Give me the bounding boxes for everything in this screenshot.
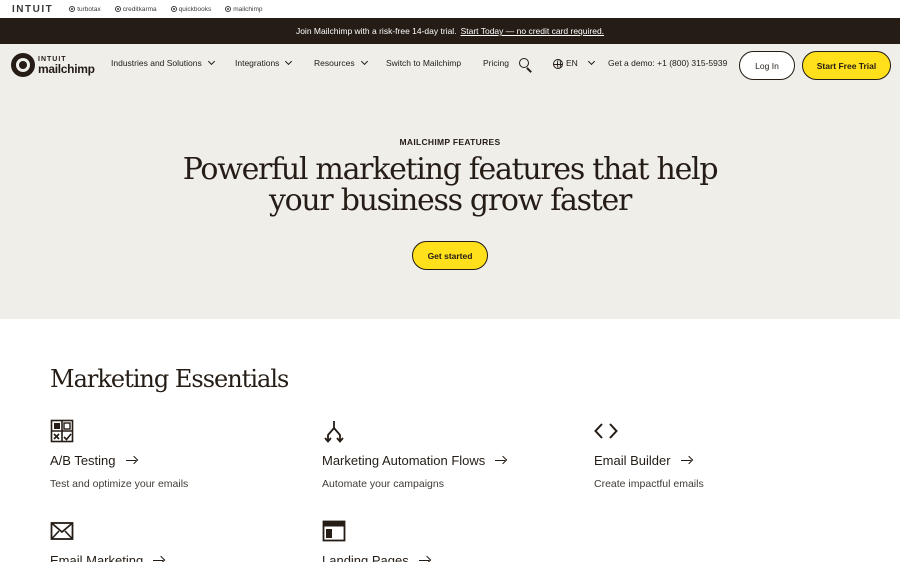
chevron-down-icon [360,57,368,66]
start-free-trial-button[interactable]: Start Free Trial [802,51,891,80]
arrow-right-icon [418,556,430,562]
globe-icon [553,59,563,69]
feature-title[interactable]: Email Marketing [50,553,164,562]
section-title-marketing-essentials: Marketing Essentials [50,365,289,393]
arrow-right-icon [495,456,506,466]
feature-description: Create impactful emails [594,478,704,490]
hero-headline: Powerful marketing features that help yo… [182,152,719,218]
feature-title[interactable]: Email Builder [594,453,692,468]
hero-eyebrow: MAILCHIMP FEATURES [399,137,501,147]
get-demo-phone-link[interactable]: Get a demo: +1 (800) 315-5939 [608,58,727,68]
brand-link-creditkarma[interactable]: creditkarma [114,6,157,13]
code-icon [594,423,618,439]
ab-test-icon [50,419,74,443]
promo-text: Join Mailchimp with a risk-free 14-day t… [295,26,457,36]
turbotax-logo-icon [69,6,76,12]
arrow-right-icon [680,456,692,466]
envelope-icon [50,522,74,540]
mailchimp-small-logo-icon [225,6,232,12]
arrow-right-icon [153,556,164,562]
feature-title[interactable]: Marketing Automation Flows [322,453,506,468]
feature-description: Automate your campaigns [322,478,444,490]
brand-link-turbotax[interactable]: turbotax [69,6,101,13]
chevron-down-icon [207,57,215,66]
feature-title[interactable]: Landing Pages [322,553,430,562]
automation-flow-icon [324,421,344,443]
arrow-right-icon [125,456,137,466]
nav-pricing[interactable]: Pricing [483,58,509,68]
hero-section: MAILCHIMP FEATURES Powerful marketing fe… [0,86,900,319]
search-icon[interactable] [519,58,533,73]
intuit-logo[interactable]: INTUIT [12,4,53,15]
nav-industries-and-solutions[interactable]: Industries and Solutions [111,57,215,68]
promo-start-today-link[interactable]: Start Today — no credit card required. [461,26,604,36]
logo-mailchimp-text: mailchimp [38,61,95,76]
feature-description: Test and optimize your emails [50,478,189,490]
chevron-down-icon [285,57,293,66]
feature-title[interactable]: A/B Testing [50,453,137,468]
quickbooks-logo-icon [170,6,177,12]
nav-switch-to-mailchimp[interactable]: Switch to Mailchimp [386,58,461,68]
log-in-button[interactable]: Log In [739,51,795,80]
intuit-brand-bar: INTUIT turbotax creditkarma quickbooks m… [0,0,900,18]
language-selector[interactable]: EN [566,57,595,68]
creditkarma-logo-icon [114,6,121,12]
landing-page-icon [322,520,346,542]
mailchimp-logo[interactable]: INTUIT mailchimp [11,53,95,77]
get-started-button[interactable]: Get started [412,241,488,270]
brand-link-quickbooks[interactable]: quickbooks [170,6,211,13]
main-navigation: INTUIT mailchimp Industries and Solution… [0,44,900,86]
chevron-down-icon [587,57,595,66]
promo-banner: Join Mailchimp with a risk-free 14-day t… [0,18,900,44]
nav-resources[interactable]: Resources [314,57,368,68]
nav-integrations[interactable]: Integrations [235,57,293,68]
brand-link-mailchimp[interactable]: mailchimp [225,6,262,13]
freddie-logo-icon [11,53,35,77]
